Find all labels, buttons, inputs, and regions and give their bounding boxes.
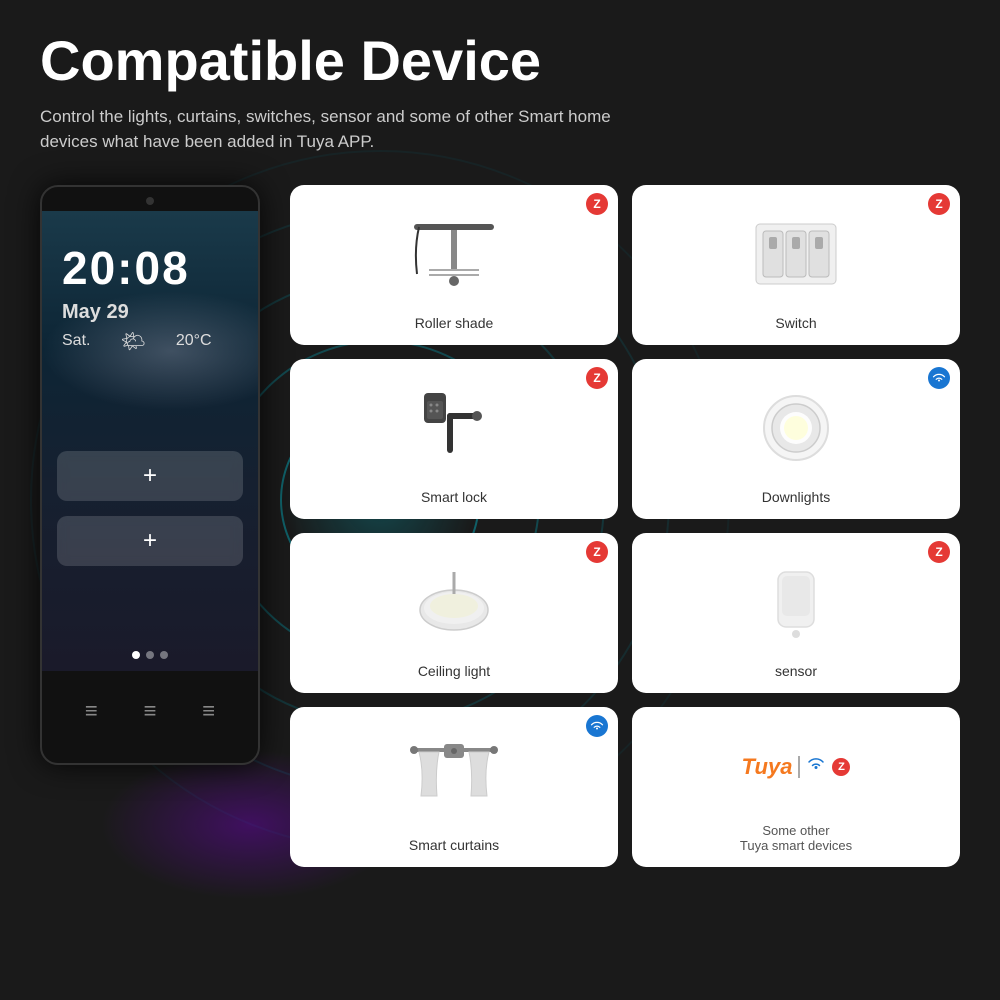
dot-2	[146, 651, 154, 659]
main-content: Compatible Device Control the lights, cu…	[0, 0, 1000, 897]
screen-add-icon-1: +	[143, 462, 157, 490]
page-title: Compatible Device	[40, 30, 960, 92]
ceiling-light-svg	[409, 562, 499, 642]
smart-curtains-label: Smart curtains	[409, 837, 499, 853]
screen-day-temp: Sat. 🌤 20°C	[62, 329, 212, 354]
panel-camera	[146, 197, 154, 205]
roller-shade-icon	[304, 199, 604, 309]
ceiling-light-icon	[304, 547, 604, 657]
device-card-smart-curtains[interactable]: Smart curtains	[290, 707, 618, 867]
screen-add-btn-1[interactable]: +	[57, 451, 243, 501]
roller-shade-svg	[409, 219, 499, 289]
zigbee-badge-roller-shade: Z	[586, 193, 608, 215]
switch-svg	[751, 219, 841, 289]
panel-screen: 20:08 May 29 Sat. 🌤 20°C + +	[42, 211, 258, 671]
smart-curtains-icon	[304, 721, 604, 831]
weather-icon: 🌤	[120, 329, 145, 354]
tuya-icon: Tuya Z	[646, 721, 946, 817]
switch-label: Switch	[775, 315, 816, 331]
device-card-smart-lock[interactable]: Z	[290, 359, 618, 519]
zigbee-badge-switch: Z	[928, 193, 950, 215]
dot-3	[160, 651, 168, 659]
device-grid: Z Roller shade Z	[290, 185, 960, 867]
tuya-label: Some otherTuya smart devices	[740, 823, 852, 853]
page-subtitle: Control the lights, curtains, switches, …	[40, 104, 640, 155]
smart-lock-svg	[419, 383, 489, 473]
device-card-tuya[interactable]: Tuya Z Some otherTuya smart devices	[632, 707, 960, 867]
downlights-icon	[646, 373, 946, 483]
tuya-wifi-icon	[806, 756, 826, 777]
smart-lock-icon	[304, 373, 604, 483]
device-card-roller-shade[interactable]: Z Roller shade	[290, 185, 618, 345]
sensor-label: sensor	[775, 663, 817, 679]
tuya-logo-row: Tuya Z	[742, 754, 851, 780]
screen-add-icon-2: +	[143, 527, 157, 555]
screen-time: 20:08	[62, 241, 190, 295]
smart-curtains-svg	[409, 736, 499, 816]
downlights-svg	[751, 388, 841, 468]
panel-btn-1[interactable]: ≡	[85, 700, 98, 722]
wifi-badge-downlights	[928, 367, 950, 389]
screen-add-btn-2[interactable]: +	[57, 516, 243, 566]
device-card-switch[interactable]: Z Switch	[632, 185, 960, 345]
screen-day: Sat.	[62, 332, 90, 350]
switch-icon	[646, 199, 946, 309]
dot-1	[132, 651, 140, 659]
sensor-svg	[766, 562, 826, 642]
zigbee-badge-sensor: Z	[928, 541, 950, 563]
screen-dots	[132, 651, 168, 659]
tuya-divider	[798, 756, 800, 778]
tuya-logo-text: Tuya	[742, 754, 793, 780]
ceiling-light-label: Ceiling light	[418, 663, 490, 679]
zigbee-badge-smart-lock: Z	[586, 367, 608, 389]
screen-date: May 29	[62, 301, 129, 324]
zigbee-badge-ceiling-light: Z	[586, 541, 608, 563]
panel-btn-3[interactable]: ≡	[202, 700, 215, 722]
device-card-downlights[interactable]: Downlights	[632, 359, 960, 519]
tuya-zigbee-icon: Z	[832, 758, 850, 776]
smart-panel: 20:08 May 29 Sat. 🌤 20°C + +	[40, 185, 260, 765]
downlights-label: Downlights	[762, 489, 830, 505]
device-card-ceiling-light[interactable]: Z Ceiling light	[290, 533, 618, 693]
panel-buttons: ≡ ≡ ≡	[42, 671, 258, 751]
panel-btn-2[interactable]: ≡	[144, 700, 157, 722]
screen-temp: 20°C	[176, 332, 212, 350]
sensor-icon	[646, 547, 946, 657]
main-layout: 20:08 May 29 Sat. 🌤 20°C + +	[40, 185, 960, 867]
smart-lock-label: Smart lock	[421, 489, 487, 505]
roller-shade-label: Roller shade	[415, 315, 494, 331]
device-card-sensor[interactable]: Z sensor	[632, 533, 960, 693]
wifi-badge-curtains	[586, 715, 608, 737]
